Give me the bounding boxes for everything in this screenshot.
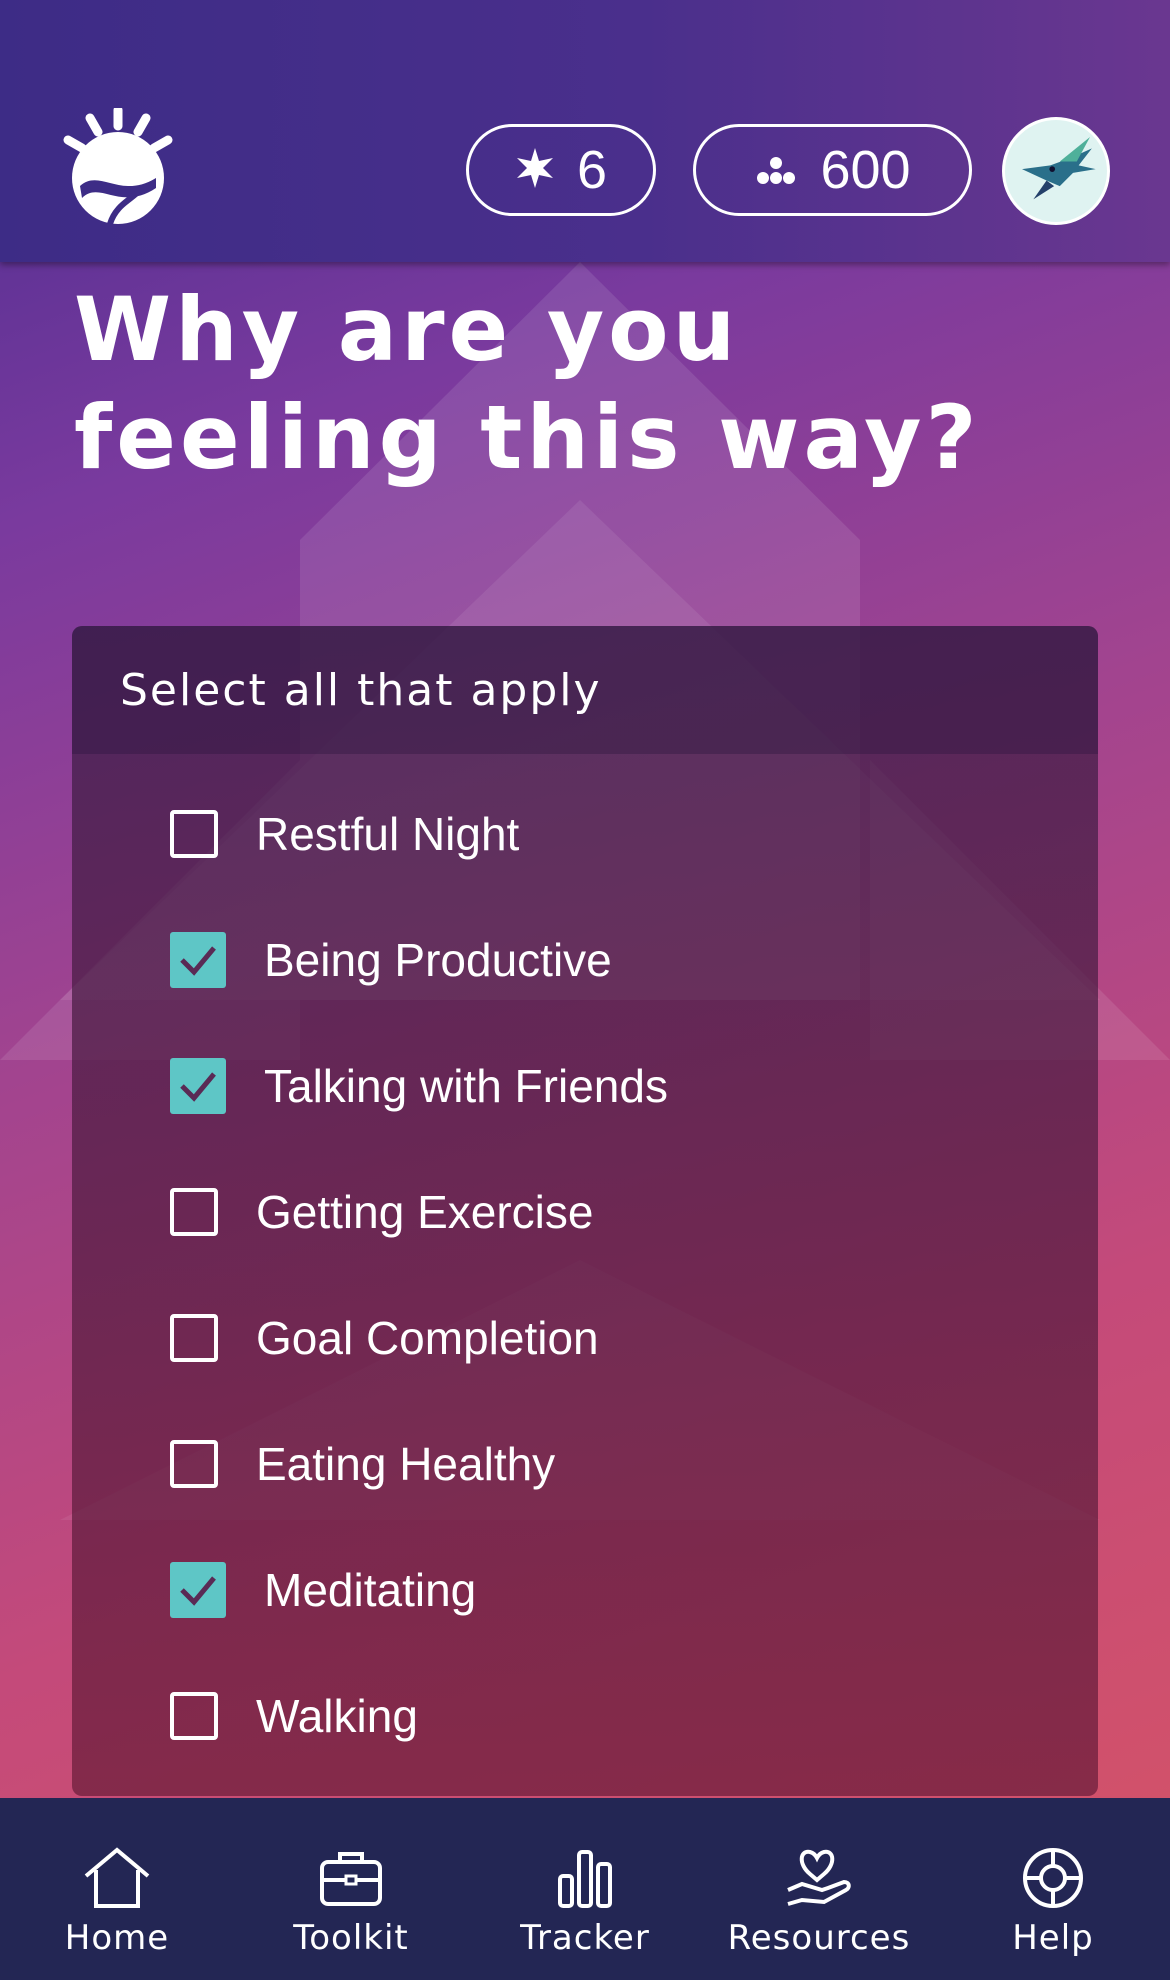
- nav-label: Help: [1012, 1918, 1094, 1958]
- nav-label: Resources: [727, 1918, 911, 1958]
- option-walking[interactable]: Walking: [170, 1676, 418, 1756]
- option-being-productive[interactable]: Being Productive: [170, 920, 612, 1000]
- option-label: Being Productive: [264, 934, 612, 986]
- bar-chart-icon: [558, 1850, 612, 1908]
- checkbox[interactable]: [170, 932, 226, 988]
- points-value: 600: [820, 140, 911, 200]
- sunrise-logo-icon[interactable]: [60, 105, 176, 226]
- option-label: Goal Completion: [256, 1312, 599, 1364]
- option-label: Talking with Friends: [264, 1060, 668, 1112]
- page-title: Why are you feeling this way?: [74, 278, 981, 489]
- option-goal-completion[interactable]: Goal Completion: [170, 1298, 599, 1378]
- checkmark-icon: [180, 1576, 216, 1606]
- checkbox[interactable]: [170, 1058, 226, 1114]
- nav-toolkit[interactable]: Toolkit: [234, 1798, 468, 1980]
- streak-value: 6: [576, 140, 608, 200]
- nav-label: Tracker: [520, 1918, 650, 1958]
- bottom-nav: Home Toolkit Tracker Resources Help: [0, 1798, 1170, 1980]
- star-burst-icon: [515, 139, 555, 201]
- nav-home[interactable]: Home: [0, 1798, 234, 1980]
- streak-counter[interactable]: 6: [466, 124, 656, 216]
- option-label: Eating Healthy: [256, 1438, 556, 1490]
- option-getting-exercise[interactable]: Getting Exercise: [170, 1172, 593, 1252]
- checkmark-icon: [180, 1072, 216, 1102]
- nav-resources[interactable]: Resources: [702, 1798, 936, 1980]
- lifebuoy-icon: [1023, 1848, 1083, 1908]
- nav-help[interactable]: Help: [936, 1798, 1170, 1980]
- nav-tracker[interactable]: Tracker: [468, 1798, 702, 1980]
- option-label: Meditating: [264, 1564, 477, 1616]
- checkbox[interactable]: [170, 1314, 218, 1362]
- option-eating-healthy[interactable]: Eating Healthy: [170, 1424, 555, 1504]
- hummingbird-avatar-icon[interactable]: [1002, 117, 1110, 225]
- option-meditating[interactable]: Meditating: [170, 1550, 476, 1630]
- checkbox[interactable]: [170, 1562, 226, 1618]
- heart-hand-icon: [787, 1849, 851, 1906]
- toolbox-icon: [320, 1852, 382, 1906]
- nav-label: Toolkit: [293, 1918, 409, 1958]
- nav-label: Home: [64, 1918, 170, 1958]
- reasons-list: Restful Night Being Productive Talking w…: [72, 626, 1098, 1796]
- checkbox[interactable]: [170, 810, 218, 858]
- top-bar: 6 600: [0, 0, 1170, 262]
- points-counter[interactable]: 600: [693, 124, 972, 216]
- option-label: Getting Exercise: [256, 1186, 594, 1238]
- checkbox[interactable]: [170, 1188, 218, 1236]
- option-label: Walking: [256, 1690, 418, 1742]
- checkbox[interactable]: [170, 1692, 218, 1740]
- checkbox[interactable]: [170, 1440, 218, 1488]
- checkmark-icon: [180, 946, 216, 976]
- option-restful-night[interactable]: Restful Night: [170, 794, 519, 874]
- dots-cluster-icon: [754, 139, 798, 201]
- option-label: Restful Night: [256, 808, 520, 860]
- home-icon: [84, 1847, 150, 1908]
- option-talking-with-friends[interactable]: Talking with Friends: [170, 1046, 668, 1126]
